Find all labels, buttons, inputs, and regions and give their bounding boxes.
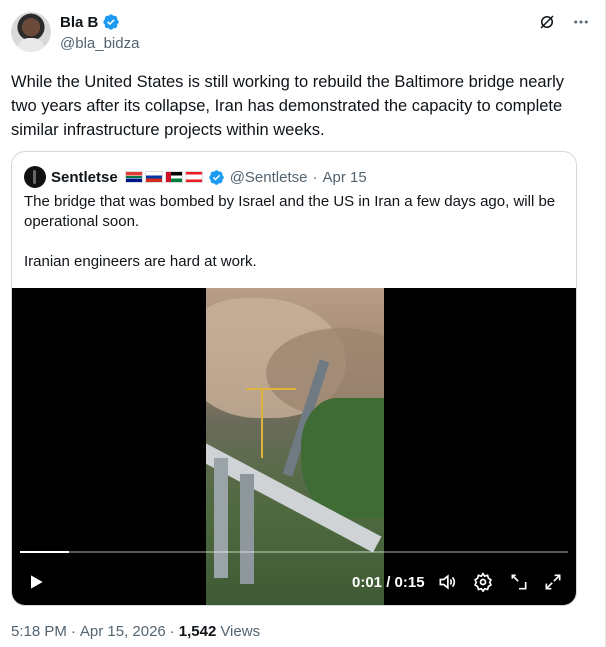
author-display-name[interactable]: Bla B bbox=[60, 14, 98, 31]
flag-emojis bbox=[124, 171, 203, 183]
tweet: Bla B @bla_bidza While the United States… bbox=[0, 0, 606, 647]
quoted-header: Sentletse @Sentletse · Apr 15 bbox=[24, 166, 367, 188]
video-progress-fill bbox=[20, 551, 70, 553]
quoted-text-line1: The bridge that was bombed by Israel and… bbox=[24, 193, 556, 230]
video-frame[interactable] bbox=[206, 288, 384, 605]
top-actions bbox=[537, 12, 591, 32]
views-label: Views bbox=[220, 623, 261, 640]
verified-badge-icon bbox=[103, 14, 120, 30]
author-name-row: Bla B bbox=[60, 13, 120, 31]
video-duration: 0:15 bbox=[394, 574, 425, 591]
quoted-text: The bridge that was bombed by Israel and… bbox=[24, 192, 569, 292]
quoted-verified-badge-icon bbox=[208, 169, 224, 185]
quoted-display-name[interactable]: Sentletse bbox=[51, 169, 118, 186]
volume-icon[interactable] bbox=[437, 572, 457, 592]
video-progress-bar[interactable] bbox=[20, 551, 568, 553]
meta-separator-2: · bbox=[169, 623, 175, 640]
grok-icon[interactable] bbox=[537, 12, 557, 32]
quoted-tweet[interactable]: Sentletse @Sentletse · Apr 15 The bridge… bbox=[11, 151, 577, 606]
tweet-meta: 5:18 PM · Apr 15, 2026 · 1,542 Views bbox=[11, 623, 260, 640]
views-count: 1,542 bbox=[178, 623, 217, 640]
avatar[interactable] bbox=[11, 12, 51, 52]
quoted-handle[interactable]: @Sentletse bbox=[230, 169, 308, 186]
quoted-text-line2: Iranian engineers are hard at work. bbox=[24, 253, 257, 270]
south-africa-flag-icon bbox=[124, 171, 143, 183]
tweet-text: While the United States is still working… bbox=[11, 73, 565, 139]
meta-separator: · bbox=[70, 623, 76, 640]
video-controls: 0:01 / 0:15 bbox=[12, 564, 576, 600]
settings-icon[interactable] bbox=[473, 572, 493, 592]
video-time: 0:01 / 0:15 bbox=[352, 574, 425, 591]
palestine-flag-icon bbox=[164, 171, 183, 183]
video-current-time: 0:01 bbox=[352, 574, 383, 591]
tweet-date[interactable]: Apr 15, 2026 bbox=[80, 623, 166, 640]
play-icon[interactable] bbox=[26, 572, 46, 592]
quoted-date[interactable]: Apr 15 bbox=[322, 169, 366, 186]
tweet-time[interactable]: 5:18 PM bbox=[11, 623, 67, 640]
quoted-avatar[interactable] bbox=[24, 166, 46, 188]
lebanon-flag-icon bbox=[184, 171, 203, 183]
russia-flag-icon bbox=[144, 171, 163, 183]
more-options-icon[interactable] bbox=[571, 12, 591, 32]
video-time-separator: / bbox=[382, 574, 395, 591]
video-player[interactable]: 0:01 / 0:15 bbox=[12, 288, 576, 605]
fullscreen-icon[interactable] bbox=[543, 572, 563, 592]
author-handle[interactable]: @bla_bidza bbox=[60, 35, 139, 52]
quoted-separator: · bbox=[312, 168, 318, 186]
minimize-icon[interactable] bbox=[509, 572, 529, 592]
